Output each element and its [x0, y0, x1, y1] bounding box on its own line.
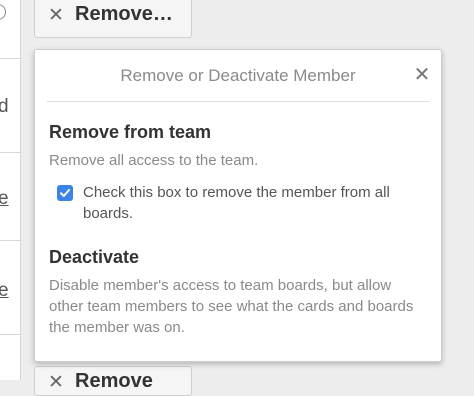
row-divider: [0, 334, 20, 335]
checkmark-icon: [60, 189, 70, 197]
remove-from-boards-checkbox[interactable]: [57, 185, 73, 201]
remove-deactivate-popover: Remove or Deactivate Member ✕ Remove fro…: [34, 49, 442, 362]
list-item-link[interactable]: e: [0, 280, 9, 302]
clock-icon: [0, 4, 6, 20]
remove-member-button[interactable]: ✕ Remove…: [34, 0, 192, 38]
member-list-column: d e e: [0, 0, 21, 380]
remove-from-team-heading[interactable]: Remove from team: [49, 122, 211, 143]
deactivate-heading[interactable]: Deactivate: [49, 247, 139, 268]
remove-button-label: Remove: [75, 370, 153, 392]
row-divider: [0, 152, 20, 153]
deactivate-description: Disable member's access to team boards, …: [49, 277, 414, 336]
close-x-icon: ✕: [48, 372, 64, 393]
remove-from-team-description: Remove all access to the team.: [49, 152, 259, 169]
list-item-link[interactable]: e: [0, 188, 9, 210]
list-item-text: d: [0, 96, 9, 117]
remove-from-boards-label: Check this box to remove the member from…: [83, 184, 390, 222]
row-divider: [0, 240, 20, 241]
popover-header: Remove or Deactivate Member ✕: [47, 50, 430, 102]
popover-title: Remove or Deactivate Member: [120, 66, 356, 85]
close-x-icon: ✕: [48, 5, 64, 26]
remove-button-label: Remove…: [75, 3, 173, 25]
remove-member-button[interactable]: ✕ Remove: [34, 366, 192, 396]
close-icon[interactable]: ✕: [411, 64, 433, 86]
row-divider: [0, 58, 20, 59]
